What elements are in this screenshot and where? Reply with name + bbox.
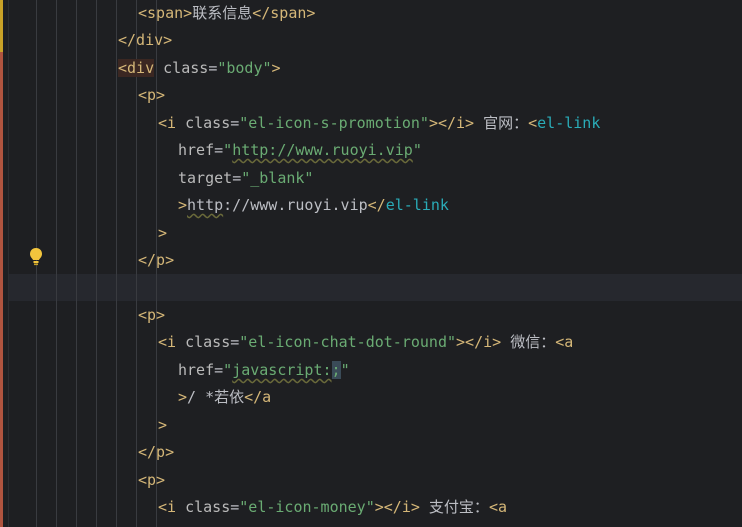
code-token: = — [230, 114, 240, 132]
code-token: <i — [158, 498, 177, 516]
code-token: " — [340, 361, 350, 379]
code-line[interactable]: <p> — [138, 302, 165, 329]
code-token: > — [178, 196, 188, 214]
code-token: <div — [118, 59, 155, 77]
code-token: href — [178, 361, 215, 379]
code-line[interactable]: </p> — [138, 247, 174, 274]
code-line[interactable]: href="http://www.ruoyi.vip" — [178, 137, 422, 164]
code-token: > — [158, 416, 168, 434]
code-token: <i — [158, 114, 177, 132]
code-token: > — [158, 224, 168, 242]
code-token: <p> — [138, 86, 166, 104]
code-token: class — [176, 498, 231, 516]
code-line[interactable]: >http://www.ruoyi.vip</el-link — [178, 192, 449, 219]
code-token: ></i> — [374, 498, 420, 516]
code-token: <p> — [138, 306, 166, 324]
code-line[interactable]: > — [158, 220, 167, 247]
code-token: </p> — [138, 443, 175, 461]
code-token: <a — [555, 333, 574, 351]
code-token: </ — [367, 196, 386, 214]
code-line[interactable]: <i class="el-icon-money"></i> 支付宝：<a — [158, 494, 507, 521]
code-line[interactable]: <i class="el-icon-chat-dot-round"></i> 微… — [158, 329, 573, 356]
code-token: <i — [158, 333, 177, 351]
code-token: href — [178, 141, 215, 159]
code-token: javascript: — [232, 361, 332, 379]
code-line[interactable]: <i class="el-icon-s-promotion"></i> 官网：<… — [158, 110, 600, 137]
current-line-highlight — [9, 274, 742, 301]
code-token: = — [214, 361, 224, 379]
indent-guide — [96, 0, 97, 527]
code-token: 官网： — [474, 114, 529, 132]
code-token: 联系信息 — [192, 4, 253, 22]
code-token: > — [271, 59, 281, 77]
code-line[interactable]: target="_blank" — [178, 165, 313, 192]
code-line[interactable]: <p> — [138, 82, 165, 109]
code-token: " — [223, 141, 233, 159]
code-token: <p> — [138, 471, 166, 489]
code-line[interactable]: </p> — [138, 439, 174, 466]
indent-guide — [76, 0, 77, 527]
code-token: el-link — [385, 196, 449, 214]
code-token: class — [154, 59, 209, 77]
code-token: = — [230, 498, 240, 516]
indent-guide — [116, 0, 117, 527]
code-editor[interactable]: <span>联系信息</span> </div> <div class="body"… — [0, 0, 742, 527]
lightbulb-icon[interactable] — [28, 247, 44, 267]
code-token: "_blank" — [241, 169, 314, 187]
code-line[interactable]: <span>联系信息</span> — [138, 0, 315, 27]
code-line[interactable]: >/ *若依</a — [178, 384, 271, 411]
code-token: http — [187, 196, 224, 214]
code-token: <span> — [138, 4, 193, 22]
code-token: "el-icon-chat-dot-round" — [239, 333, 457, 351]
code-token: = — [230, 333, 240, 351]
code-token: target — [178, 169, 233, 187]
code-line[interactable]: </div> — [118, 27, 172, 54]
code-token: = — [232, 169, 242, 187]
code-token: </span> — [252, 4, 316, 22]
code-token: 微信： — [501, 333, 556, 351]
code-token: = — [214, 141, 224, 159]
code-token: = — [208, 59, 218, 77]
gutter-divider — [8, 0, 9, 527]
code-token: <a — [488, 498, 507, 516]
code-token: el-link — [537, 114, 601, 132]
code-token: </p> — [138, 251, 175, 269]
code-token: < — [528, 114, 538, 132]
code-token: class — [176, 333, 231, 351]
code-token: " — [223, 361, 233, 379]
code-token: class — [176, 114, 231, 132]
code-token: ></i> — [428, 114, 475, 132]
change-marker-modified[interactable] — [0, 0, 3, 52]
code-token: "body" — [217, 59, 272, 77]
code-token: ; — [331, 361, 341, 379]
code-token: "el-icon-s-promotion" — [239, 114, 429, 132]
change-marker-added[interactable] — [0, 52, 3, 527]
code-line[interactable]: <div class="body"> — [118, 55, 281, 82]
code-token: 支付宝： — [419, 498, 489, 516]
code-token: > — [178, 388, 188, 406]
code-line[interactable]: href="javascript:;" — [178, 357, 350, 384]
code-token: "el-icon-money" — [239, 498, 375, 516]
code-token: ></i> — [456, 333, 502, 351]
code-token: " — [412, 141, 422, 159]
code-line[interactable]: <p> — [138, 467, 165, 494]
code-line[interactable]: > — [158, 412, 167, 439]
code-token: / *若依 — [187, 388, 245, 406]
code-token: ://www.ruoyi.vip — [223, 196, 368, 214]
indent-guide — [56, 0, 57, 527]
code-token: </div> — [118, 31, 173, 49]
code-token: http://www.ruoyi.vip — [232, 141, 413, 159]
code-token: </a — [244, 388, 272, 406]
